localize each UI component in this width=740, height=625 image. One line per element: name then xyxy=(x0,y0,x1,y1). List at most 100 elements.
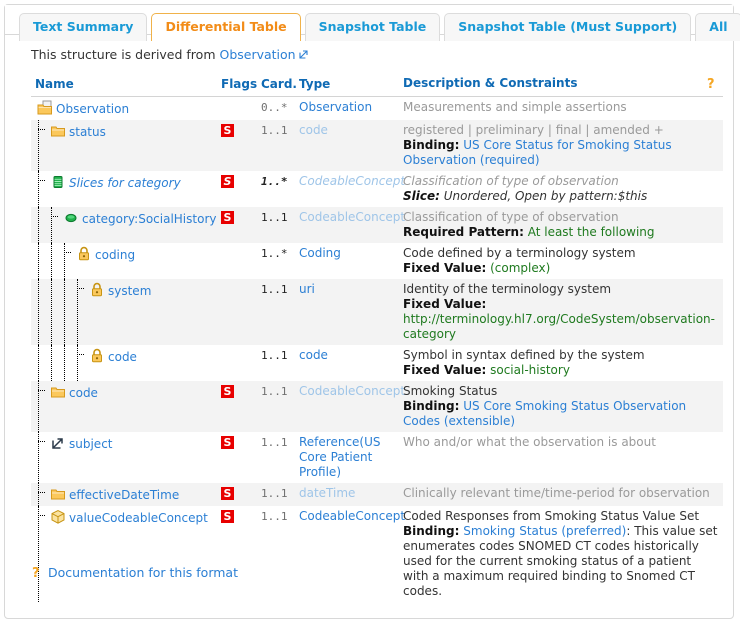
type-value[interactable]: code xyxy=(299,348,328,362)
row-flags-cell: S xyxy=(217,432,257,483)
row-cardinality-cell: 1..1 xyxy=(257,207,295,243)
row-name-cell: Observation xyxy=(31,96,217,120)
row-type-cell: code xyxy=(295,120,399,171)
slice-item-icon xyxy=(63,210,79,226)
cardinality-value: 1..1 xyxy=(261,124,288,137)
row-name-label[interactable]: coding xyxy=(95,248,135,262)
row-type-cell: CodeableConcept xyxy=(295,207,405,243)
tab-differential-table[interactable]: Differential Table xyxy=(151,13,301,41)
type-value[interactable]: dateTime xyxy=(299,486,355,500)
row-name-label[interactable]: category:SocialHistory xyxy=(82,212,216,226)
row-cardinality-cell: 0..* xyxy=(257,96,295,120)
row-type-cell: Observation xyxy=(295,96,399,120)
row-cardinality-cell: 1..1 xyxy=(257,120,295,171)
table-row: effectiveDateTime S 1..1 dateTime Clinically… xyxy=(31,483,723,506)
type-value[interactable]: CodeableConcept xyxy=(299,174,405,188)
row-name-cell: Slices for category xyxy=(31,171,217,207)
row-cardinality-cell: 1..1 xyxy=(257,279,295,345)
table-row: subject S 1..1 Reference(US Core Patient Pr… xyxy=(31,432,723,483)
lock-icon xyxy=(89,282,105,298)
must-support-flag: S xyxy=(221,124,234,137)
row-name-cell: status xyxy=(31,120,217,171)
row-name-label[interactable]: effectiveDateTime xyxy=(69,488,179,502)
row-name-label[interactable]: system xyxy=(108,284,151,298)
cardinality-value: 1..1 xyxy=(261,283,288,296)
row-description-cell: Measurements and simple assertions xyxy=(399,96,723,120)
row-flags-cell xyxy=(217,345,257,381)
row-name-cell: system xyxy=(31,279,217,345)
tab-snapshot-table[interactable]: Snapshot Table xyxy=(304,13,441,41)
row-name-label[interactable]: subject xyxy=(69,437,113,451)
row-name-cell: code xyxy=(31,381,217,432)
cardinality-value: 1..1 xyxy=(261,510,288,523)
structure-table-wrap: Name Flags Card. Type Description & Cons… xyxy=(31,72,723,602)
type-value[interactable]: Observation xyxy=(299,100,372,114)
type-value[interactable]: Coding xyxy=(299,246,341,260)
table-row: Observation 0..* Observation Measurements a… xyxy=(31,96,723,120)
cardinality-value: 1..* xyxy=(261,247,288,260)
row-name-label[interactable]: status xyxy=(69,125,106,139)
must-support-flag: S xyxy=(221,436,234,449)
row-name-cell: subject xyxy=(31,432,217,483)
row-type-cell: code xyxy=(295,345,399,381)
type-value[interactable]: code xyxy=(299,123,328,137)
derived-from-prefix: This structure is derived from xyxy=(31,47,220,62)
table-row: code S 1..1 CodeableConcept Smoking Status Bi… xyxy=(31,381,723,432)
column-header-description: Description & Constraints ? xyxy=(399,72,723,97)
row-flags-cell: S xyxy=(217,506,257,602)
choice-box-icon xyxy=(50,509,66,525)
tab-snapshot-table-must-support[interactable]: Snapshot Table (Must Support) xyxy=(444,13,692,41)
cardinality-value: 1..1 xyxy=(261,385,288,398)
row-flags-cell: S xyxy=(217,171,257,207)
table-row: code 1..1 code Symbol in syntax defined by … xyxy=(31,345,723,381)
column-header-card: Card. xyxy=(257,72,297,97)
row-name-cell: valueCodeableConcept xyxy=(31,506,217,602)
cardinality-value: 1..* xyxy=(261,175,288,188)
type-value[interactable]: CodeableConcept xyxy=(299,509,405,523)
documentation-link[interactable]: Documentation for this format xyxy=(48,565,238,580)
row-name-cell: effectiveDateTime xyxy=(31,483,217,506)
row-name-label[interactable]: Observation xyxy=(56,102,129,116)
page-root: Text Summary Differential Table Snapshot T… xyxy=(0,0,740,625)
column-header-name: Name xyxy=(31,72,217,97)
row-flags-cell: S xyxy=(217,381,257,432)
type-value[interactable]: CodeableConcept xyxy=(299,210,405,224)
must-support-flag: S xyxy=(221,510,234,523)
row-type-cell: CodeableConcept xyxy=(295,171,405,207)
question-mark-icon: ? xyxy=(31,565,44,580)
element-folder-icon xyxy=(50,384,66,400)
row-cardinality-cell: 1..1 xyxy=(257,345,295,381)
row-name-label[interactable]: valueCodeableConcept xyxy=(69,511,208,525)
row-flags-cell: S xyxy=(217,120,257,171)
tab-text-summary[interactable]: Text Summary xyxy=(19,13,148,41)
lock-icon xyxy=(89,348,105,364)
svg-text:?: ? xyxy=(707,77,715,91)
type-value[interactable]: uri xyxy=(299,282,315,296)
row-name-label[interactable]: code xyxy=(108,350,137,364)
row-flags-cell: S xyxy=(217,483,257,506)
row-type-cell: Reference(US Core Patient Profile) xyxy=(295,432,399,483)
column-header-flags: Flags xyxy=(217,72,257,97)
reference-icon xyxy=(50,435,66,451)
row-type-cell: CodeableConcept xyxy=(295,506,405,602)
row-name-label[interactable]: Slices for category xyxy=(69,176,181,190)
row-cardinality-cell: 1..* xyxy=(257,171,295,207)
type-value[interactable]: Reference(US Core Patient Profile) xyxy=(299,435,381,479)
derived-from-link[interactable]: Observation xyxy=(219,47,295,62)
row-name-label[interactable]: code xyxy=(69,386,98,400)
row-flags-cell: S xyxy=(217,207,257,243)
row-flags-cell xyxy=(217,243,257,279)
documentation-footer: ? Documentation for this format xyxy=(31,565,238,580)
table-row: category:SocialHistory S 1..1 CodeableConce… xyxy=(31,207,723,243)
table-header-row: Name Flags Card. Type Description & Cons… xyxy=(31,72,723,97)
tab-all[interactable]: All xyxy=(695,13,740,41)
element-folder-icon xyxy=(50,123,66,139)
table-row: valueCodeableConcept S 1..1 CodeableConcept… xyxy=(31,506,723,602)
type-value[interactable]: CodeableConcept xyxy=(299,384,405,398)
row-description-cell: Who and/or what the observation is about xyxy=(399,432,723,483)
row-description-cell: Classification of type of observation Req… xyxy=(399,207,723,243)
row-type-cell: dateTime xyxy=(295,483,399,506)
element-folder-icon xyxy=(50,486,66,502)
external-link-icon xyxy=(299,50,308,59)
question-mark-icon[interactable]: ? xyxy=(706,76,719,92)
